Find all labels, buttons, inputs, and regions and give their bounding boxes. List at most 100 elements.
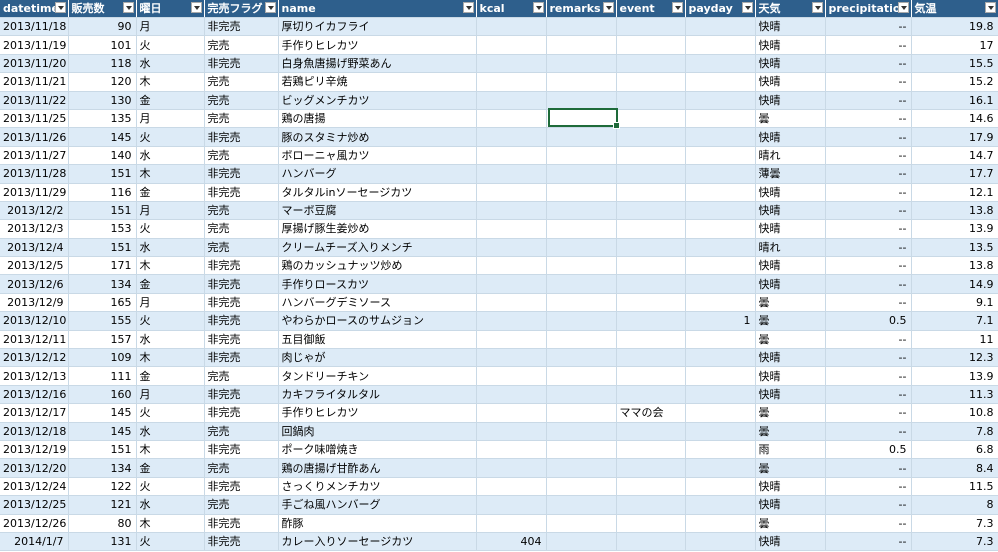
cell-payday[interactable] xyxy=(685,17,756,37)
cell-datetime[interactable]: 2013/11/22 xyxy=(0,91,69,110)
cell-datetime[interactable]: 2013/12/9 xyxy=(0,293,69,313)
cell-天気[interactable]: 薄曇 xyxy=(755,164,826,184)
cell-payday[interactable] xyxy=(685,146,756,166)
cell-kcal[interactable] xyxy=(476,54,547,74)
cell-payday[interactable] xyxy=(685,532,756,552)
column-header-4[interactable]: name xyxy=(278,0,477,18)
cell-kcal[interactable] xyxy=(476,385,547,405)
cell-完売フラグ[interactable]: 非完売 xyxy=(204,164,279,184)
cell-name[interactable]: 厚揚げ豚生姜炒め xyxy=(278,219,477,239)
cell-kcal[interactable] xyxy=(476,72,547,92)
cell-曜日[interactable]: 木 xyxy=(136,514,205,533)
cell-販売数[interactable]: 121 xyxy=(68,495,137,515)
cell-precipitation[interactable]: -- xyxy=(825,422,912,441)
cell-曜日[interactable]: 金 xyxy=(136,366,205,386)
cell-気温[interactable]: 9.1 xyxy=(911,293,998,313)
cell-kcal[interactable] xyxy=(476,514,547,533)
cell-完売フラグ[interactable]: 完売 xyxy=(204,201,279,221)
cell-気温[interactable]: 13.8 xyxy=(911,256,998,276)
column-header-7[interactable]: event xyxy=(616,0,686,18)
cell-event[interactable] xyxy=(616,127,686,147)
cell-name[interactable]: 手作りヒレカツ xyxy=(278,403,477,423)
cell-気温[interactable]: 8 xyxy=(911,495,998,515)
cell-name[interactable]: カキフライタルタル xyxy=(278,385,477,405)
cell-曜日[interactable]: 金 xyxy=(136,458,205,478)
filter-dropdown-icon[interactable] xyxy=(264,2,276,13)
cell-完売フラグ[interactable]: 非完売 xyxy=(204,54,279,74)
cell-完売フラグ[interactable]: 非完売 xyxy=(204,183,279,202)
cell-payday[interactable] xyxy=(685,201,756,221)
cell-remarks[interactable] xyxy=(546,35,617,55)
cell-完売フラグ[interactable]: 非完売 xyxy=(204,403,279,423)
cell-datetime[interactable]: 2014/1/7 xyxy=(0,532,69,552)
cell-曜日[interactable]: 木 xyxy=(136,256,205,276)
cell-name[interactable]: 手作りロースカツ xyxy=(278,274,477,294)
cell-気温[interactable]: 7.8 xyxy=(911,422,998,441)
cell-販売数[interactable]: 153 xyxy=(68,219,137,239)
cell-datetime[interactable]: 2013/12/26 xyxy=(0,514,69,533)
cell-datetime[interactable]: 2013/11/21 xyxy=(0,72,69,92)
column-header-8[interactable]: payday xyxy=(685,0,756,18)
cell-remarks[interactable] xyxy=(546,440,617,460)
cell-precipitation[interactable]: -- xyxy=(825,532,912,552)
cell-完売フラグ[interactable]: 完売 xyxy=(204,146,279,166)
cell-kcal[interactable] xyxy=(476,440,547,460)
cell-remarks[interactable] xyxy=(546,91,617,110)
cell-kcal[interactable] xyxy=(476,256,547,276)
cell-event[interactable] xyxy=(616,183,686,202)
cell-曜日[interactable]: 火 xyxy=(136,219,205,239)
cell-payday[interactable] xyxy=(685,330,756,350)
cell-気温[interactable]: 13.5 xyxy=(911,238,998,258)
cell-販売数[interactable]: 101 xyxy=(68,35,137,55)
cell-payday[interactable] xyxy=(685,477,756,497)
cell-kcal[interactable] xyxy=(476,330,547,350)
cell-precipitation[interactable]: -- xyxy=(825,256,912,276)
cell-kcal[interactable] xyxy=(476,458,547,478)
cell-event[interactable] xyxy=(616,422,686,441)
cell-曜日[interactable]: 木 xyxy=(136,440,205,460)
cell-天気[interactable]: 曇 xyxy=(755,403,826,423)
cell-remarks[interactable] xyxy=(546,330,617,350)
cell-precipitation[interactable]: -- xyxy=(825,403,912,423)
cell-曜日[interactable]: 水 xyxy=(136,238,205,258)
cell-name[interactable]: 鶏の唐揚げ甘酢あん xyxy=(278,458,477,478)
cell-曜日[interactable]: 水 xyxy=(136,422,205,441)
cell-完売フラグ[interactable]: 非完売 xyxy=(204,127,279,147)
cell-event[interactable] xyxy=(616,256,686,276)
cell-precipitation[interactable]: -- xyxy=(825,91,912,110)
cell-kcal[interactable] xyxy=(476,127,547,147)
cell-remarks[interactable] xyxy=(546,403,617,423)
cell-天気[interactable]: 快晴 xyxy=(755,17,826,37)
cell-name[interactable]: クリームチーズ入りメンチ xyxy=(278,238,477,258)
cell-payday[interactable] xyxy=(685,238,756,258)
cell-payday[interactable] xyxy=(685,127,756,147)
cell-kcal[interactable] xyxy=(476,311,547,331)
cell-name[interactable]: 鶏のカッシュナッツ炒め xyxy=(278,256,477,276)
cell-曜日[interactable]: 月 xyxy=(136,109,205,129)
cell-完売フラグ[interactable]: 非完売 xyxy=(204,293,279,313)
cell-曜日[interactable]: 木 xyxy=(136,164,205,184)
cell-name[interactable]: マーボ豆腐 xyxy=(278,201,477,221)
cell-remarks[interactable] xyxy=(546,274,617,294)
cell-天気[interactable]: 快晴 xyxy=(755,201,826,221)
cell-precipitation[interactable]: -- xyxy=(825,238,912,258)
cell-気温[interactable]: 17 xyxy=(911,35,998,55)
cell-event[interactable] xyxy=(616,293,686,313)
cell-kcal[interactable] xyxy=(476,201,547,221)
cell-remarks[interactable] xyxy=(546,514,617,533)
cell-name[interactable]: 回鍋肉 xyxy=(278,422,477,441)
cell-remarks[interactable] xyxy=(546,495,617,515)
column-header-11[interactable]: 気温 xyxy=(911,0,998,18)
cell-気温[interactable]: 11 xyxy=(911,330,998,350)
cell-name[interactable]: カレー入りソーセージカツ xyxy=(278,532,477,552)
cell-remarks[interactable] xyxy=(546,348,617,368)
cell-kcal[interactable] xyxy=(476,219,547,239)
cell-payday[interactable] xyxy=(685,422,756,441)
cell-天気[interactable]: 曇 xyxy=(755,422,826,441)
cell-販売数[interactable]: 130 xyxy=(68,91,137,110)
cell-気温[interactable]: 14.6 xyxy=(911,109,998,129)
column-header-3[interactable]: 完売フラグ xyxy=(204,0,279,18)
cell-天気[interactable]: 快晴 xyxy=(755,127,826,147)
cell-remarks[interactable] xyxy=(546,219,617,239)
cell-天気[interactable]: 曇 xyxy=(755,458,826,478)
